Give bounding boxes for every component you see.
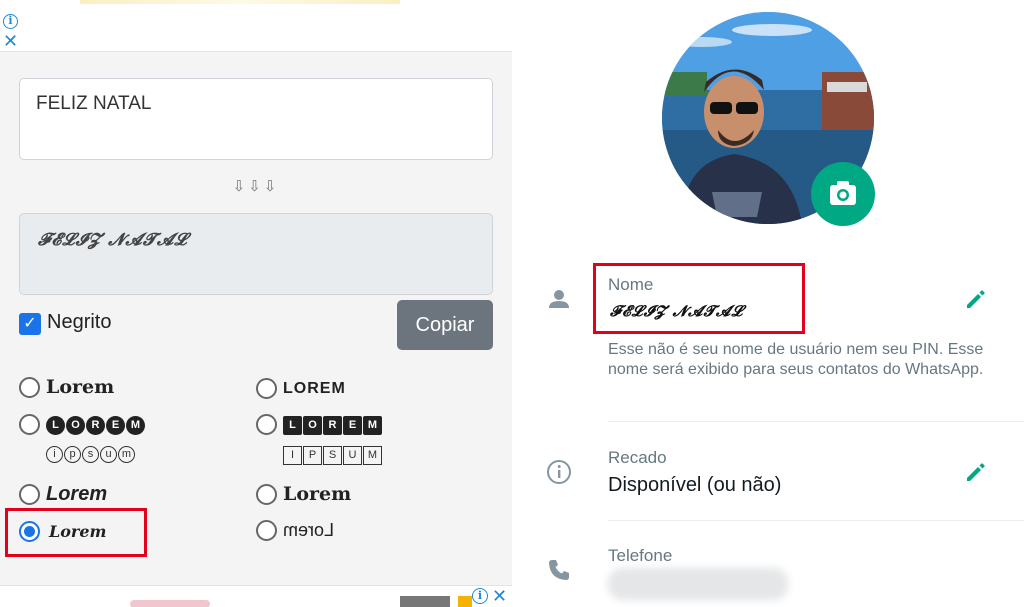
font-option-circled[interactable]: LOREM <box>19 414 146 435</box>
radio-button[interactable] <box>19 484 40 505</box>
ad-banner-image <box>80 0 400 4</box>
font-option-label: Lorem <box>46 483 108 505</box>
font-option-label: LOREM <box>283 379 346 397</box>
about-value[interactable]: Disponível (ou não) <box>608 474 781 497</box>
camera-icon[interactable] <box>811 162 875 226</box>
radio-button[interactable] <box>256 378 277 399</box>
font-option-label: LOREM <box>46 415 146 435</box>
font-option-label: Lorem <box>283 520 335 540</box>
ad-banner-image <box>400 596 450 607</box>
phone-value-blurred <box>608 568 788 600</box>
radio-button[interactable] <box>256 414 277 435</box>
person-icon <box>546 286 572 312</box>
ad-banner-image <box>130 600 210 607</box>
divider <box>608 421 1024 422</box>
bottom-ad-banner[interactable]: i ✕ <box>0 585 512 607</box>
font-option-label: LOREM <box>283 415 383 435</box>
bold-checkbox[interactable]: ✓ <box>19 313 41 335</box>
font-option-squared[interactable]: LOREM <box>256 414 383 435</box>
bold-checkbox-label[interactable]: Negrito <box>47 311 111 334</box>
font-option-fraktur[interactable]: Lorem <box>256 483 351 505</box>
top-ad-banner[interactable]: i ✕ <box>0 0 512 52</box>
radio-button[interactable] <box>256 483 277 505</box>
info-icon[interactable]: i <box>472 588 488 604</box>
down-arrows-icon: ⇩⇩⇩ <box>232 178 280 195</box>
font-option-serif-bold[interactable]: Lorem <box>19 376 114 398</box>
edit-pencil-icon[interactable] <box>963 286 989 312</box>
copy-button[interactable]: Copiar <box>397 300 493 350</box>
whatsapp-profile-panel: Nome 𝓕𝓔𝓛𝓘𝓩 𝓝𝓐𝓣𝓐𝓛 Esse não é seu nome de … <box>512 0 1024 607</box>
divider <box>608 520 1024 521</box>
ad-banner-image <box>458 596 472 607</box>
font-option-label: Lorem <box>283 483 352 505</box>
font-option-squared-subtext: IPSUM <box>283 446 383 465</box>
radio-button[interactable] <box>256 520 277 541</box>
close-icon[interactable]: ✕ <box>3 33 18 51</box>
converted-text-output[interactable]: 𝓕𝓔𝓛𝓘𝓩 𝓝𝓐𝓣𝓐𝓛 <box>19 213 493 295</box>
name-hint-text: Esse não é seu nome de usuário nem seu P… <box>608 341 984 378</box>
font-option-bold-italic[interactable]: Lorem <box>19 483 107 506</box>
radio-button[interactable] <box>19 376 40 398</box>
text-input[interactable]: FELIZ NATAL <box>19 78 493 160</box>
about-label: Recado <box>608 448 667 467</box>
phone-icon <box>546 557 572 583</box>
info-circle-icon <box>546 459 572 485</box>
highlight-box-name <box>593 263 805 334</box>
info-icon[interactable]: i <box>3 14 18 29</box>
font-option-mirrored[interactable]: Lorem <box>256 520 334 541</box>
font-option-label: Lorem <box>46 376 115 398</box>
font-option-sans-bold[interactable]: LOREM <box>256 378 346 399</box>
font-option-circled-subtext: ipsum <box>46 446 136 463</box>
highlight-box-script-option <box>5 508 147 557</box>
font-generator-panel: i ✕ FELIZ NATAL ⇩⇩⇩ 𝓕𝓔𝓛𝓘𝓩 𝓝𝓐𝓣𝓐𝓛 ✓ Negrit… <box>0 0 512 607</box>
screenshot-root: i ✕ FELIZ NATAL ⇩⇩⇩ 𝓕𝓔𝓛𝓘𝓩 𝓝𝓐𝓣𝓐𝓛 ✓ Negrit… <box>0 0 1024 607</box>
close-icon[interactable]: ✕ <box>492 586 507 607</box>
edit-pencil-icon[interactable] <box>963 459 989 485</box>
phone-label: Telefone <box>608 546 673 565</box>
radio-button[interactable] <box>19 414 40 435</box>
